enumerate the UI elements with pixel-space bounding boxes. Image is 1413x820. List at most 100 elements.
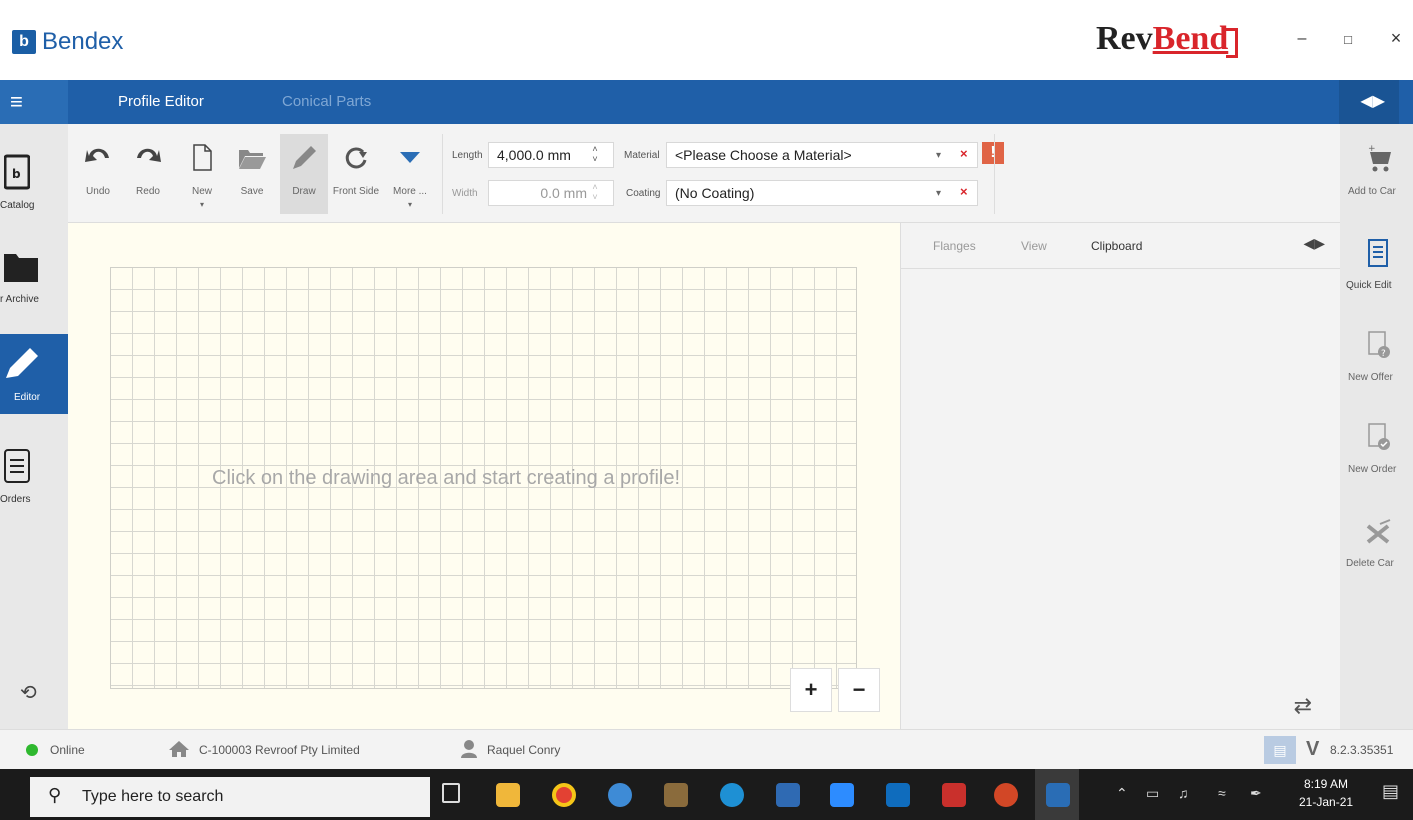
- save-button[interactable]: Save: [228, 134, 276, 214]
- redo-icon: [137, 148, 161, 162]
- front-side-button[interactable]: Front Side: [332, 134, 380, 214]
- spin-up-icon: ˄: [592, 144, 598, 154]
- brand-bracket-icon: [1226, 28, 1239, 58]
- new-offer-button[interactable]: ? New Offer: [1340, 314, 1413, 404]
- zoom-in-button[interactable]: +: [790, 668, 832, 712]
- sidebar-item-label: Orders: [0, 494, 31, 505]
- save-label: Save: [240, 186, 264, 197]
- side-panel-tabs: Flanges View Clipboard ◀▶: [901, 223, 1341, 269]
- powerpoint-icon[interactable]: [994, 783, 1018, 807]
- app-window: b Bendex RevBend – □ × ≡ Profile Editor …: [0, 0, 1413, 820]
- acrobat-icon[interactable]: [942, 783, 966, 807]
- sidebar-item-catalog[interactable]: b Catalog: [0, 142, 68, 222]
- taskbar-search-input[interactable]: ⚲ Type here to search: [30, 777, 430, 817]
- sidebar-item-label: Editor: [14, 392, 41, 403]
- tab-conical-parts[interactable]: Conical Parts: [282, 80, 371, 124]
- tab-flanges[interactable]: Flanges: [933, 239, 976, 253]
- sidebar-item-archive[interactable]: r Archive: [0, 236, 68, 316]
- front-side-label: Front Side: [332, 186, 380, 197]
- new-order-label: New Order: [1348, 464, 1397, 475]
- width-stepper[interactable]: ˄ ˅: [588, 182, 602, 206]
- brand-logo-part1: Rev: [1096, 20, 1153, 57]
- app-logo-icon: b: [12, 30, 36, 54]
- coating-clear-icon[interactable]: ×: [960, 184, 968, 199]
- task-view-icon[interactable]: [442, 783, 460, 803]
- file-explorer-icon[interactable]: [496, 783, 520, 807]
- spin-down-icon: ˅: [592, 192, 598, 202]
- new-offer-icon: ?: [1368, 331, 1390, 359]
- redo-button[interactable]: Redo: [124, 134, 172, 214]
- more-caret-icon: ▾: [407, 200, 412, 209]
- store-icon[interactable]: [776, 783, 800, 807]
- add-to-cart-button[interactable]: + Add to Car: [1340, 128, 1413, 218]
- nav-collapse-icon[interactable]: ◀▶: [1339, 80, 1399, 124]
- undo-button[interactable]: Undo: [74, 134, 122, 214]
- volume-icon[interactable]: ♫: [1178, 785, 1189, 801]
- material-label: Material: [624, 150, 660, 161]
- width-label: Width: [452, 188, 478, 199]
- material-dropdown-arrow-icon[interactable]: ▾: [936, 150, 941, 161]
- panel-collapse-icon[interactable]: ◀▶: [1303, 235, 1325, 252]
- clock-time: 8:19 AM: [1304, 777, 1349, 791]
- sync-icon[interactable]: ⟲: [20, 680, 37, 705]
- chat-icon[interactable]: ▤: [1264, 736, 1296, 764]
- cart-icon: +: [1366, 144, 1391, 172]
- minimize-button[interactable]: –: [1288, 30, 1316, 48]
- zoom-out-button[interactable]: −: [838, 668, 880, 712]
- redo-label: Redo: [136, 186, 160, 197]
- pen-icon[interactable]: ✒: [1250, 785, 1262, 802]
- folder-icon: [4, 254, 38, 282]
- toolbar-separator: [442, 134, 443, 214]
- status-bar: Online C-100003 Revroof Pty Limited Raqu…: [0, 729, 1413, 769]
- sidebar-item-editor[interactable]: Editor: [0, 334, 68, 414]
- coating-dropdown[interactable]: (No Coating): [666, 180, 978, 206]
- material-dropdown[interactable]: <Please Choose a Material>: [666, 142, 978, 168]
- battery-icon[interactable]: ▭: [1146, 785, 1159, 802]
- quick-edit-button[interactable]: Quick Edit: [1340, 222, 1413, 312]
- maximize-button[interactable]: □: [1334, 32, 1362, 47]
- delete-cart-button[interactable]: Delete Car: [1340, 500, 1413, 590]
- quick-edit-label: Quick Edit: [1346, 280, 1392, 291]
- swap-arrows-icon[interactable]: ⇄: [1294, 693, 1312, 719]
- bendex-taskbar-icon[interactable]: [1046, 783, 1070, 807]
- rotate-icon: [345, 147, 367, 169]
- new-order-button[interactable]: New Order: [1340, 406, 1413, 496]
- browser-icon[interactable]: [608, 783, 632, 807]
- edge-icon[interactable]: [720, 783, 744, 807]
- delete-cart-icon: [1366, 519, 1391, 544]
- new-button[interactable]: New ▾: [178, 134, 226, 214]
- drawing-canvas[interactable]: Click on the drawing area and start crea…: [68, 223, 900, 729]
- tab-view[interactable]: View: [1021, 239, 1047, 253]
- wifi-icon[interactable]: ≈: [1218, 785, 1226, 801]
- tab-profile-editor[interactable]: Profile Editor: [118, 80, 204, 124]
- new-label: New: [191, 186, 212, 197]
- zoom-app-icon[interactable]: [830, 783, 854, 807]
- draw-button[interactable]: Draw: [280, 134, 328, 214]
- right-sidebar: + Add to Car Quick Edit ? New Offer New …: [1340, 124, 1413, 729]
- version-icon: V: [1306, 738, 1320, 760]
- toolbar-separator: [994, 134, 995, 214]
- online-status: Online: [50, 743, 85, 757]
- more-button[interactable]: More ... ▾: [386, 134, 434, 214]
- tray-chevron-icon[interactable]: ⌃: [1116, 785, 1128, 802]
- taskbar-clock[interactable]: 8:19 AM 21-Jan-21: [1299, 775, 1353, 811]
- material-clear-icon[interactable]: ×: [960, 146, 968, 161]
- more-label: More ...: [393, 186, 427, 197]
- side-panel: Flanges View Clipboard ◀▶ ⇄: [900, 223, 1341, 729]
- sidebar-item-orders[interactable]: Orders: [0, 436, 68, 516]
- tab-clipboard[interactable]: Clipboard: [1091, 239, 1142, 253]
- close-button[interactable]: ×: [1382, 28, 1410, 49]
- canvas-hint: Click on the drawing area and start crea…: [212, 467, 681, 489]
- brand-logo: RevBend: [1096, 20, 1239, 64]
- notifications-icon[interactable]: ▤: [1382, 781, 1399, 802]
- warning-icon: !: [982, 142, 1004, 164]
- chrome-icon[interactable]: [552, 783, 576, 807]
- app-icon[interactable]: [664, 783, 688, 807]
- hamburger-menu-icon[interactable]: ≡: [0, 80, 68, 124]
- outlook-icon[interactable]: [886, 783, 910, 807]
- length-stepper[interactable]: ˄ ˅: [588, 144, 602, 168]
- app-name: Bendex: [42, 28, 124, 55]
- coating-dropdown-arrow-icon[interactable]: ▾: [936, 188, 941, 199]
- folder-open-icon: [239, 150, 266, 169]
- new-offer-label: New Offer: [1348, 372, 1393, 383]
